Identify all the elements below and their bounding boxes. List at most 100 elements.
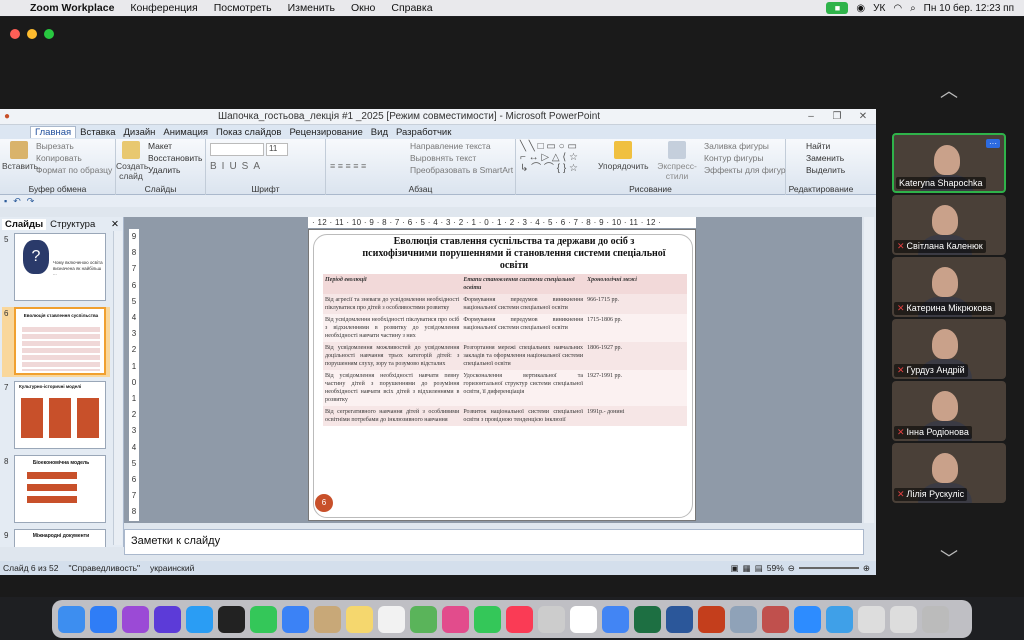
shape-effects-button[interactable]: Эффекты для фигур <box>704 165 786 175</box>
tab-view[interactable]: Вид <box>367 127 392 138</box>
clock[interactable]: Пн 10 бер. 12:23 пп <box>924 3 1014 14</box>
slide-thumb-5[interactable]: 5 ? Чому включеною освіта визначена як н… <box>2 233 110 303</box>
language-indicator[interactable]: украинский <box>150 561 194 575</box>
replace-button[interactable]: Заменить <box>806 153 844 163</box>
cut-button[interactable]: Вырезать <box>36 141 74 151</box>
restore-icon[interactable]: ❐ <box>824 111 850 122</box>
participant-tile[interactable]: ··· Kateryna Shapochka <box>892 133 1006 193</box>
chevron-down-icon[interactable]: ﹀ <box>940 545 958 571</box>
delete-button[interactable]: Удалить <box>148 165 180 175</box>
align-text-button[interactable]: Выровнять текст <box>410 153 476 163</box>
tab-outline[interactable]: Структура <box>50 219 95 230</box>
find-button[interactable]: Найти <box>806 141 830 151</box>
zoom-out-icon[interactable]: ⊖ <box>788 561 795 575</box>
minimize-icon[interactable]: – <box>798 111 824 122</box>
finder-icon[interactable] <box>58 605 85 633</box>
paragraph-align-buttons[interactable]: ≡ ≡ ≡ ≡ ≡ <box>330 161 366 171</box>
tab-insert[interactable]: Вставка <box>76 127 119 138</box>
menu-window[interactable]: Окно <box>351 2 375 14</box>
new-slide-button[interactable]: Создать слайд <box>116 141 148 181</box>
slide-thumb-9[interactable]: 9 Міжнародні документи <box>2 529 110 547</box>
shape-fill-button[interactable]: Заливка фигуры <box>704 141 769 151</box>
calendar-icon[interactable] <box>570 605 597 633</box>
slide-notes[interactable]: Заметки к слайду <box>124 529 864 555</box>
piano-icon[interactable] <box>218 605 245 633</box>
search-icon[interactable]: ⌕ <box>910 3 916 14</box>
wifi-icon[interactable]: ◠ <box>893 3 902 14</box>
zoom-level[interactable]: 59% <box>767 561 784 575</box>
safari-icon[interactable] <box>186 605 213 633</box>
undo-icon[interactable]: ↶ <box>13 196 21 207</box>
tab-animation[interactable]: Анимация <box>159 127 212 138</box>
contacts-icon[interactable] <box>314 605 341 633</box>
quick-styles-button[interactable]: Экспресс-стили <box>650 141 704 181</box>
slideshow-view-icon[interactable]: ▤ <box>755 561 763 575</box>
font-size-select[interactable]: 11 <box>266 143 288 156</box>
maps-icon[interactable] <box>410 605 437 633</box>
save-icon[interactable]: ▪ <box>4 196 7 206</box>
app-store-icon[interactable] <box>90 605 117 633</box>
close-window-button[interactable] <box>10 29 20 39</box>
thumbnails-scrollbar[interactable] <box>113 231 122 545</box>
notes-icon[interactable] <box>346 605 373 633</box>
preview-icon[interactable] <box>730 605 757 633</box>
app-name[interactable]: Zoom Workplace <box>30 2 114 14</box>
font-format-buttons[interactable]: BIUSA <box>210 161 265 172</box>
input-language[interactable]: УК <box>873 3 885 14</box>
arrange-button[interactable]: Упорядочить <box>598 141 649 171</box>
zoom-tray-icon[interactable]: ◉ <box>856 3 865 14</box>
music-icon[interactable] <box>506 605 533 633</box>
copy-button[interactable]: Копировать <box>36 153 82 163</box>
reminders-icon[interactable] <box>378 605 405 633</box>
system-settings-icon[interactable] <box>538 605 565 633</box>
chevron-up-icon[interactable]: ︿ <box>940 77 958 103</box>
slide-scrollbar[interactable] <box>864 217 874 523</box>
podcasts-icon[interactable] <box>122 605 149 633</box>
zoom-in-icon[interactable]: ⊕ <box>863 561 870 575</box>
tab-review[interactable]: Рецензирование <box>285 127 366 138</box>
tab-home[interactable]: Главная <box>30 126 77 138</box>
word-icon[interactable] <box>666 605 693 633</box>
document-icon[interactable] <box>858 605 885 633</box>
mail-icon[interactable] <box>282 605 309 633</box>
downloads-folder-icon[interactable] <box>826 605 853 633</box>
powerpoint-icon[interactable] <box>698 605 725 633</box>
font-family-select[interactable] <box>210 143 264 156</box>
camera-icon[interactable]: ■ <box>826 2 849 14</box>
office-button-icon[interactable]: ● <box>0 111 20 122</box>
minimize-window-button[interactable] <box>27 29 37 39</box>
menu-view[interactable]: Посмотреть <box>214 2 272 14</box>
text-direction-button[interactable]: Направление текста <box>410 141 491 151</box>
siri-icon[interactable] <box>154 605 181 633</box>
shapes-gallery[interactable]: ╲ ╲ □ ▭ ○ ▭ ⌐ ↔ ▷ △ ⟨ ☆ ↳ ⌒ ⌒ { } ☆ <box>520 141 596 174</box>
close-icon[interactable]: ✕ <box>850 111 876 122</box>
zoom-icon[interactable] <box>794 605 821 633</box>
photos-icon[interactable] <box>442 605 469 633</box>
shape-outline-button[interactable]: Контур фигуры <box>704 153 763 163</box>
participant-tile[interactable]: ✕ Катерина Мікрюкова <box>892 257 1006 317</box>
paste-button[interactable]: Вставить <box>2 141 38 171</box>
tab-design[interactable]: Дизайн <box>119 127 159 138</box>
more-options-icon[interactable]: ··· <box>986 139 1000 148</box>
trash-icon[interactable] <box>922 605 949 633</box>
document-icon[interactable] <box>890 605 917 633</box>
dictionary-icon[interactable] <box>762 605 789 633</box>
reset-button[interactable]: Восстановить <box>148 153 202 163</box>
participant-tile[interactable]: ✕ Світлана Каленюк <box>892 195 1006 255</box>
chrome-icon[interactable] <box>602 605 629 633</box>
messages-icon[interactable] <box>250 605 277 633</box>
sorter-view-icon[interactable]: ▦ <box>743 561 751 575</box>
tab-slideshow[interactable]: Показ слайдов <box>212 127 285 138</box>
menu-conference[interactable]: Конференция <box>130 2 197 14</box>
tab-slides[interactable]: Слайды <box>2 218 47 230</box>
excel-icon[interactable] <box>634 605 661 633</box>
zoom-slider[interactable] <box>798 567 859 569</box>
current-slide[interactable]: Еволюція ставлення суспільства та держав… <box>308 229 696 521</box>
tab-developer[interactable]: Разработчик <box>392 127 455 138</box>
slide-thumb-7[interactable]: 7 Культурно-історичні моделі <box>2 381 110 451</box>
zoom-window-button[interactable] <box>44 29 54 39</box>
slide-thumb-6[interactable]: 6 Еволюція ставлення суспільства <box>2 307 110 377</box>
format-painter-button[interactable]: Формат по образцу <box>36 165 112 175</box>
close-pane-icon[interactable]: ✕ <box>111 219 119 230</box>
redo-icon[interactable]: ↷ <box>27 196 35 207</box>
